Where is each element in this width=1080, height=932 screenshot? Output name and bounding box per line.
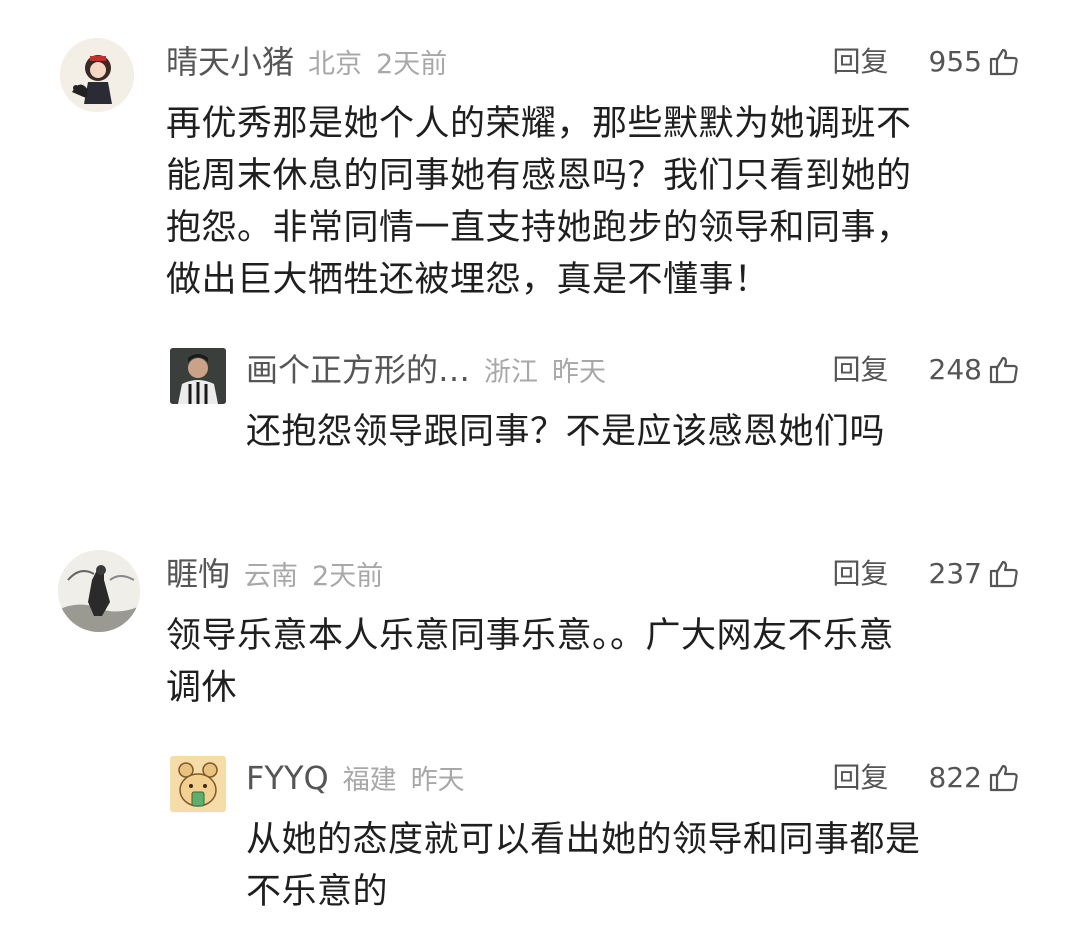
comment-meta: 睚恂 云南 2天前 xyxy=(166,558,383,590)
comment-actions: 回复 237 xyxy=(833,558,1020,590)
thumbs-up-icon[interactable] xyxy=(988,46,1020,78)
location: 浙江 xyxy=(484,357,539,388)
thumbs-up-icon[interactable] xyxy=(988,558,1020,590)
timestamp: 2天前 xyxy=(376,49,448,80)
username[interactable]: FYYQ xyxy=(246,759,329,797)
reply-button[interactable]: 回复 xyxy=(833,356,889,384)
avatar[interactable] xyxy=(58,550,140,632)
avatar-image xyxy=(60,38,134,112)
username[interactable]: 晴天小猪 xyxy=(166,43,294,81)
avatar[interactable] xyxy=(60,38,134,112)
avatar-image xyxy=(58,550,140,632)
comment-text: 领导乐意本人乐意同事乐意。。广大网友不乐意 调休 xyxy=(166,610,1026,714)
comment-line: 从她的态度就可以看出她的领导和同事都是 xyxy=(246,820,921,860)
comment-line: 做出巨大牺牲还被埋怨，真是不懂事！ xyxy=(166,260,770,300)
comment-text: 再优秀那是她个人的荣耀，那些默默为她调班不 能周末休息的同事她有感恩吗？我们只看… xyxy=(166,98,1026,306)
comment: 晴天小猪 北京 2天前 回复 955 再优秀那是她个人的荣耀，那些默默为她调班不 能… xyxy=(0,0,1080,330)
avatar[interactable] xyxy=(170,348,226,404)
timestamp: 昨天 xyxy=(552,357,607,388)
comment-text: 从她的态度就可以看出她的领导和同事都是 不乐意的 xyxy=(246,814,1026,918)
comment-line: 调休 xyxy=(166,668,238,708)
timestamp: 昨天 xyxy=(410,765,465,796)
comment-line: 不乐意的 xyxy=(246,872,389,912)
comment: 睚恂 云南 2天前 回复 237 领导乐意本人乐意同事乐意。。广大网友不乐意 调休 xyxy=(0,540,1080,720)
location: 北京 xyxy=(308,49,363,80)
reply-button[interactable]: 回复 xyxy=(833,764,889,792)
comment-actions: 回复 248 xyxy=(833,354,1020,386)
comment-meta: 晴天小猪 北京 2天前 xyxy=(166,46,447,78)
avatar-image xyxy=(170,348,226,404)
avatar[interactable] xyxy=(170,756,226,812)
reply-button[interactable]: 回复 xyxy=(833,560,889,588)
username[interactable]: 画个正方形的… xyxy=(246,351,470,389)
comment-line: 能周末休息的同事她有感恩吗？我们只看到她的 xyxy=(166,156,912,196)
timestamp: 2天前 xyxy=(312,561,384,592)
comment-line: 抱怨。非常同情一直支持她跑步的领导和同事， xyxy=(166,208,912,248)
thumbs-up-icon[interactable] xyxy=(988,762,1020,794)
reply-comment: 画个正方形的… 浙江 昨天 回复 248 还抱怨领导跟同事？不是应该感恩她们吗 xyxy=(0,330,1080,480)
comment-meta: FYYQ 福建 昨天 xyxy=(246,762,465,794)
avatar-image xyxy=(170,756,226,812)
thumbs-up-icon[interactable] xyxy=(988,354,1020,386)
reply-button[interactable]: 回复 xyxy=(833,48,889,76)
comment-meta: 画个正方形的… 浙江 昨天 xyxy=(246,354,606,386)
like-count: 248 xyxy=(928,353,982,386)
location: 福建 xyxy=(342,765,397,796)
username[interactable]: 睚恂 xyxy=(166,555,230,593)
comment-actions: 回复 822 xyxy=(833,762,1020,794)
comment-line: 还抱怨领导跟同事？不是应该感恩她们吗 xyxy=(246,412,886,452)
comment-line: 领导乐意本人乐意同事乐意。。广大网友不乐意 xyxy=(166,616,895,656)
comment-line: 再优秀那是她个人的荣耀，那些默默为她调班不 xyxy=(166,104,912,144)
location: 云南 xyxy=(244,561,299,592)
reply-comment: FYYQ 福建 昨天 回复 822 从她的态度就可以看出她的领导和同事都是 不乐意的 xyxy=(0,740,1080,930)
like-count: 822 xyxy=(928,761,982,794)
comment-actions: 回复 955 xyxy=(833,46,1020,78)
comment-text: 还抱怨领导跟同事？不是应该感恩她们吗 xyxy=(246,406,1026,458)
like-count: 237 xyxy=(928,557,982,590)
like-count: 955 xyxy=(928,45,982,78)
